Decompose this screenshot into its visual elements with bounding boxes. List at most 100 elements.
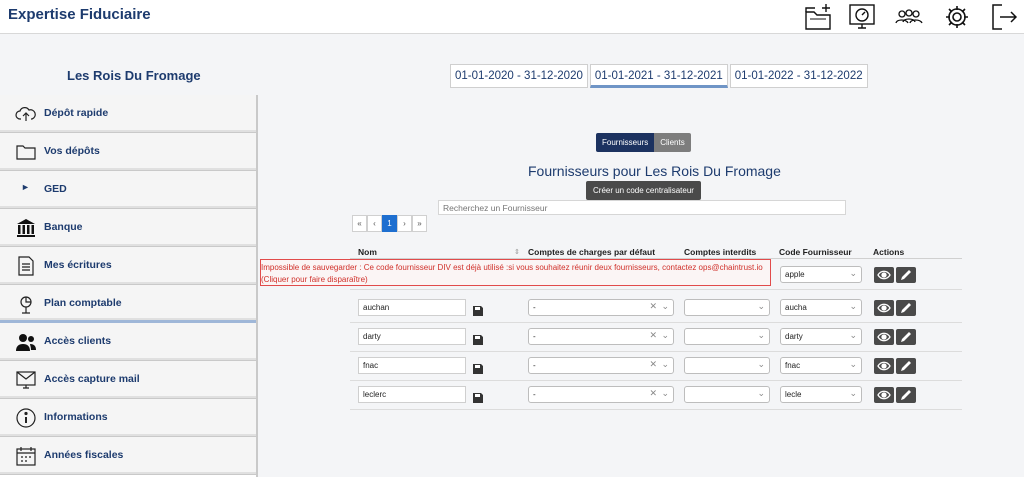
page-last[interactable]: » [412, 215, 427, 232]
supplier-code-select[interactable]: aucha ⌄ [780, 299, 862, 316]
edit-button[interactable] [896, 267, 916, 283]
dashboard-icon[interactable] [846, 2, 878, 32]
page-next[interactable]: › [397, 215, 412, 232]
toggle-fournisseurs[interactable]: Fournisseurs [596, 133, 655, 152]
chevron-down-icon: ⌄ [757, 359, 765, 369]
app-title[interactable]: Expertise Fiduciaire [8, 6, 151, 23]
view-button[interactable] [874, 300, 894, 316]
sidebar-item-label: Accès clients [44, 335, 112, 347]
supplier-code-select[interactable]: lecle ⌄ [780, 386, 862, 403]
users-icon [15, 331, 37, 353]
page-prev[interactable]: ‹ [367, 215, 382, 232]
sort-icon[interactable]: ⇕ [514, 248, 520, 256]
forbidden-accounts-select[interactable]: ⌄ [684, 328, 770, 345]
default-charges-select[interactable]: - ✕ ⌄ [528, 299, 674, 316]
forbidden-accounts-select[interactable]: ⌄ [684, 299, 770, 316]
save-icon[interactable] [473, 390, 483, 403]
default-charges-select[interactable]: - ✕ ⌄ [528, 357, 674, 374]
chevron-down-icon: ⌄ [757, 301, 765, 311]
sidebar-item-mes-ecritures[interactable]: Mes écritures [0, 247, 256, 285]
column-header-actions: Actions [873, 247, 905, 257]
edit-button[interactable] [896, 300, 916, 316]
folder-icon [15, 141, 37, 163]
mail-capture-icon [15, 369, 37, 391]
sidebar-item-ged[interactable]: ► GED [0, 171, 256, 209]
year-tab-2022[interactable]: 01-01-2022 - 31-12-2022 [729, 64, 868, 88]
table-row: fnac - ✕ ⌄ ⌄ fnac ⌄ [350, 352, 962, 381]
logout-icon[interactable] [988, 2, 1020, 32]
sidebar-item-label: Plan comptable [44, 297, 122, 309]
supplier-name-input[interactable]: leclerc [358, 386, 466, 403]
supplier-client-toggle: Fournisseurs Clients [596, 133, 691, 152]
sidebar: Dépôt rapide Vos dépôts ► GED Banque Mes… [0, 95, 258, 477]
sidebar-item-label: Vos dépôts [44, 145, 100, 157]
sidebar-item-label: Mes écritures [44, 259, 112, 271]
supplier-name-input[interactable]: auchan [358, 299, 466, 316]
table-row: darty - ✕ ⌄ ⌄ darty ⌄ [350, 323, 962, 352]
chevron-down-icon: ⌄ [849, 359, 857, 369]
page-title: Fournisseurs pour Les Rois Du Fromage [528, 163, 781, 179]
view-button[interactable] [874, 387, 894, 403]
sidebar-item-informations[interactable]: Informations [0, 399, 256, 437]
main-content: Fournisseurs Clients Fournisseurs pour L… [260, 95, 1024, 477]
create-centralizer-code-button[interactable]: Créer un code centralisateur [586, 181, 701, 200]
pagination: « ‹ 1 › » [352, 215, 427, 232]
client-header: Les Rois Du Fromage 01-01-2020 - 31-12-2… [0, 35, 1024, 95]
clear-icon[interactable]: ✕ [649, 301, 657, 312]
folder-plus-icon[interactable] [802, 2, 834, 32]
sidebar-item-plan-comptable[interactable]: Plan comptable [0, 285, 256, 323]
sidebar-item-label: Accès capture mail [44, 373, 140, 385]
forbidden-accounts-select[interactable]: ⌄ [684, 357, 770, 374]
chevron-down-icon: ⌄ [661, 330, 669, 340]
column-header-name[interactable]: Nom [358, 247, 377, 257]
default-charges-select[interactable]: - ✕ ⌄ [528, 328, 674, 345]
supplier-code-select[interactable]: darty ⌄ [780, 328, 862, 345]
edit-button[interactable] [896, 358, 916, 374]
caret-right-icon: ► [21, 182, 30, 192]
save-icon[interactable] [473, 361, 483, 374]
sidebar-item-vos-depots[interactable]: Vos dépôts [0, 133, 256, 171]
sidebar-item-depot-rapide[interactable]: Dépôt rapide [0, 95, 256, 133]
view-button[interactable] [874, 267, 894, 283]
edit-button[interactable] [896, 387, 916, 403]
sidebar-item-acces-clients[interactable]: Accès clients [0, 323, 256, 361]
sidebar-item-annees-fiscales[interactable]: Années fiscales [0, 437, 256, 475]
sidebar-item-label: Dépôt rapide [44, 107, 109, 119]
chart-tree-icon [15, 293, 37, 315]
chevron-down-icon: ⌄ [661, 301, 669, 311]
sidebar-item-banque[interactable]: Banque [0, 209, 256, 247]
supplier-code-select[interactable]: fnac ⌄ [780, 357, 862, 374]
bank-icon [15, 217, 37, 239]
top-bar: Expertise Fiduciaire [0, 0, 1024, 34]
page-number-1[interactable]: 1 [382, 215, 397, 232]
sidebar-item-label: Informations [44, 411, 108, 423]
clear-icon[interactable]: ✕ [649, 359, 657, 370]
supplier-code-select[interactable]: apple ⌄ [780, 266, 862, 283]
edit-button[interactable] [896, 329, 916, 345]
clear-icon[interactable]: ✕ [649, 388, 657, 399]
supplier-name-input[interactable]: fnac [358, 357, 466, 374]
save-icon[interactable] [473, 303, 483, 316]
table-row: auchan - ✕ ⌄ ⌄ aucha ⌄ [350, 294, 962, 323]
chevron-down-icon: ⌄ [757, 330, 765, 340]
column-header-charges: Comptes de charges par défaut [528, 247, 656, 257]
chevron-down-icon: ⌄ [849, 301, 857, 311]
page-first[interactable]: « [352, 215, 367, 232]
view-button[interactable] [874, 329, 894, 345]
chevron-down-icon: ⌄ [849, 388, 857, 398]
supplier-name-input[interactable]: darty [358, 328, 466, 345]
gear-icon[interactable] [941, 2, 973, 32]
users-icon[interactable] [893, 2, 925, 32]
year-tab-2021[interactable]: 01-01-2021 - 31-12-2021 [589, 64, 728, 88]
fiscal-year-tabs: 01-01-2020 - 31-12-2020 01-01-2021 - 31-… [450, 64, 870, 88]
clear-icon[interactable]: ✕ [649, 330, 657, 341]
sidebar-item-acces-capture-mail[interactable]: Accès capture mail [0, 361, 256, 399]
error-banner[interactable]: Impossible de sauvegarder : Ce code four… [260, 259, 771, 286]
forbidden-accounts-select[interactable]: ⌄ [684, 386, 770, 403]
search-input[interactable] [438, 200, 846, 215]
year-tab-2020[interactable]: 01-01-2020 - 31-12-2020 [450, 64, 588, 88]
toggle-clients[interactable]: Clients [654, 133, 691, 152]
view-button[interactable] [874, 358, 894, 374]
save-icon[interactable] [473, 332, 483, 345]
default-charges-select[interactable]: - ✕ ⌄ [528, 386, 674, 403]
